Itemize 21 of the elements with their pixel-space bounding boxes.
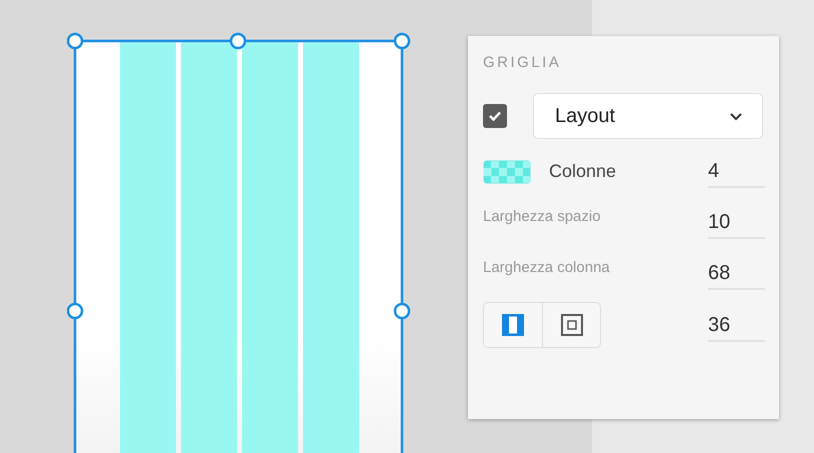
square-icon <box>560 314 582 336</box>
panel-title: GRIGLIA <box>483 54 562 71</box>
resize-handle[interactable] <box>394 302 410 320</box>
field-label: Larghezza colonna <box>483 259 611 276</box>
checkmark-icon <box>488 110 502 122</box>
chevron-icon <box>729 112 743 120</box>
layout-dropdown[interactable]: Layout <box>533 93 763 139</box>
input-field[interactable]: 68 <box>708 257 765 290</box>
input-field[interactable]: 10 <box>708 206 765 239</box>
checkbox[interactable] <box>483 104 507 128</box>
column-icon <box>502 314 524 336</box>
field-label: Colonne <box>549 161 618 182</box>
resize-handle[interactable] <box>394 32 410 50</box>
field-label: Larghezza spazio <box>483 208 602 225</box>
color-swatch[interactable] <box>483 160 531 184</box>
input-field[interactable]: 36 <box>708 308 765 342</box>
resize-handle[interactable] <box>230 32 246 50</box>
artboard[interactable] <box>67 32 413 453</box>
resize-handle[interactable] <box>67 32 84 50</box>
input-field[interactable]: 4 <box>708 155 765 188</box>
resize-handle[interactable] <box>67 302 84 320</box>
